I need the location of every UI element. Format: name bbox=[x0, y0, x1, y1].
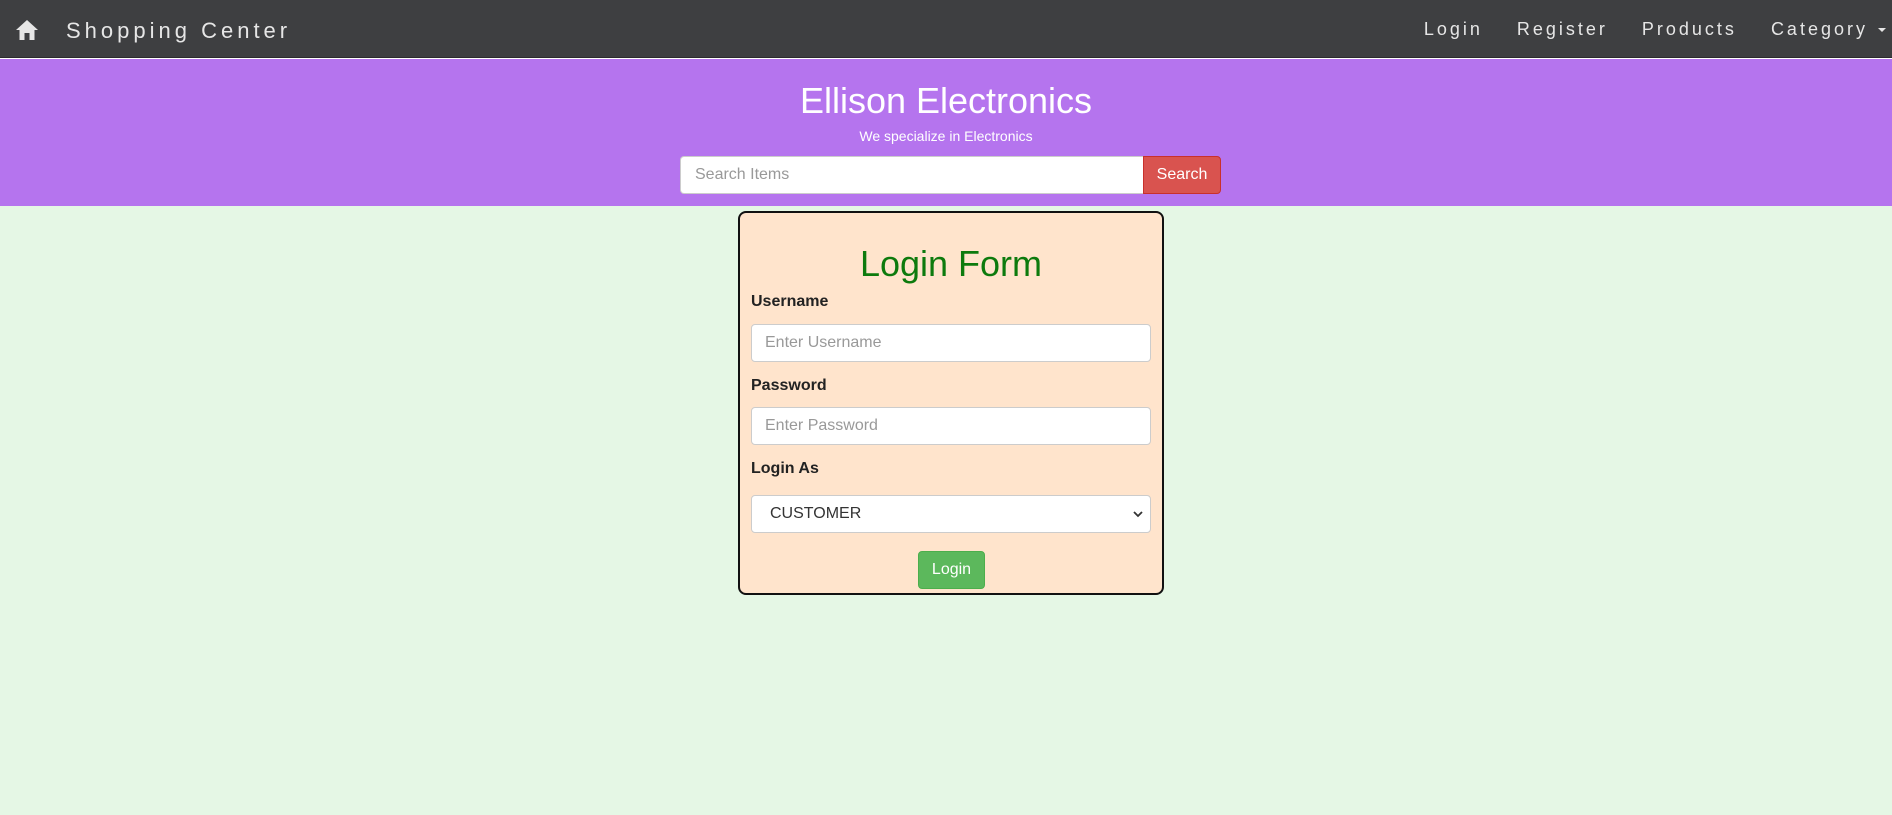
page: Shopping Center Login Register Products … bbox=[0, 0, 1892, 815]
store-subtitle: We specialize in Electronics bbox=[859, 128, 1033, 144]
nav-category-label: Category bbox=[1770, 18, 1868, 39]
home-icon-svg bbox=[16, 20, 38, 40]
login-card: Login Form Username Password Login As CU… bbox=[738, 211, 1164, 595]
top-navbar: Shopping Center Login Register Products … bbox=[0, 0, 1892, 58]
login-as-label: Login As bbox=[751, 460, 819, 477]
nav-links: Login Register Products Category bbox=[1407, 0, 1892, 58]
login-as-selected-value: CUSTOMER bbox=[770, 505, 862, 522]
nav-products-link[interactable]: Products bbox=[1625, 19, 1754, 40]
search-group: Search bbox=[680, 156, 1221, 194]
search-button[interactable]: Search bbox=[1143, 156, 1221, 194]
username-field[interactable] bbox=[751, 324, 1151, 362]
login-form-title: Login Form bbox=[859, 243, 1043, 284]
caret-down-icon bbox=[1878, 27, 1886, 32]
nav-login-link[interactable]: Login bbox=[1407, 19, 1500, 40]
search-input[interactable] bbox=[680, 156, 1143, 194]
site-header: Ellison Electronics We specialize in Ele… bbox=[0, 59, 1892, 206]
main-content: Login Form Username Password Login As CU… bbox=[0, 206, 1892, 815]
nav-category-dropdown[interactable]: Category bbox=[1754, 19, 1892, 40]
chevron-down-icon bbox=[1133, 511, 1143, 518]
store-title: Ellison Electronics bbox=[799, 80, 1093, 121]
username-label: Username bbox=[751, 293, 829, 310]
login-as-select[interactable]: CUSTOMER bbox=[751, 495, 1151, 533]
password-label: Password bbox=[751, 377, 827, 394]
login-submit-button[interactable]: Login bbox=[918, 551, 985, 589]
nav-register-link[interactable]: Register bbox=[1500, 19, 1625, 40]
brand-link[interactable]: Shopping Center bbox=[66, 18, 291, 44]
password-field[interactable] bbox=[751, 407, 1151, 445]
home-icon[interactable] bbox=[14, 17, 40, 43]
